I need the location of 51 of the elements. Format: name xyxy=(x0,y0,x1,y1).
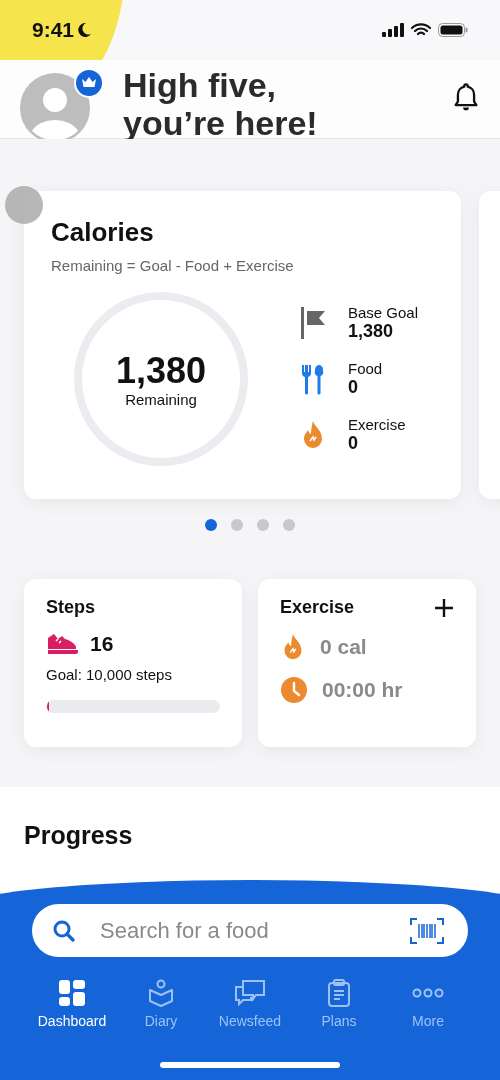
search-icon xyxy=(52,918,76,943)
signal-icon xyxy=(382,23,404,37)
fork-spoon-icon xyxy=(300,363,326,395)
nav-tab[interactable]: Dashboard xyxy=(32,979,112,1029)
steps-goal: Goal: 10,000 steps xyxy=(46,666,173,683)
steps-card[interactable]: Steps 16 Goal: 10,000 steps xyxy=(24,579,242,747)
calorie-item-label: Food xyxy=(348,360,383,377)
food-search-field[interactable]: Search for a food xyxy=(98,916,388,945)
nav-tab[interactable]: Newsfeed xyxy=(210,979,290,1029)
greeting-heading: High five, you’re here! xyxy=(123,66,319,142)
progress-heading: Progress xyxy=(24,821,134,850)
clipboard-icon xyxy=(327,979,351,1007)
dashboard-grid-icon xyxy=(58,979,86,1007)
flag-icon xyxy=(300,307,326,339)
moon-icon xyxy=(76,22,93,38)
notification-bell-icon[interactable] xyxy=(452,82,480,112)
calorie-item-value: 1,380 xyxy=(348,321,395,342)
clock-icon xyxy=(280,676,308,704)
calories-title: Calories xyxy=(51,217,155,248)
exercise-value: 00:00 hr xyxy=(322,678,403,702)
nav-tab[interactable]: More xyxy=(388,979,468,1029)
wifi-icon xyxy=(411,23,431,37)
calorie-item-value: 0 xyxy=(348,377,359,398)
calorie-item-value: 0 xyxy=(348,433,359,454)
barcode-scan-icon[interactable] xyxy=(410,916,444,945)
calorie-item-label: Exercise xyxy=(348,416,406,433)
chat-bubbles-icon xyxy=(234,979,266,1007)
exercise-title: Exercise xyxy=(280,597,355,618)
add-icon[interactable] xyxy=(434,597,454,618)
pager-dot[interactable] xyxy=(283,519,295,531)
book-person-icon xyxy=(147,979,175,1007)
pager-dot[interactable] xyxy=(257,519,269,531)
battery-icon xyxy=(438,23,468,37)
status-time: 9:41 xyxy=(32,18,75,42)
nav-tab[interactable]: Plans xyxy=(299,979,379,1029)
remaining-value: 1,380 xyxy=(115,350,207,391)
calories-formula: Remaining = Goal - Food + Exercise xyxy=(51,257,295,274)
sneaker-icon xyxy=(46,632,78,656)
exercise-card[interactable]: Exercise 0 cal 00:00 hr xyxy=(258,579,476,747)
food-search-bar[interactable]: Search for a food xyxy=(32,904,468,957)
pager-dot[interactable] xyxy=(205,519,217,531)
calorie-item-label: Base Goal xyxy=(348,304,419,321)
steps-title: Steps xyxy=(46,597,97,618)
steps-count: 16 xyxy=(90,632,114,656)
exercise-value: 0 cal xyxy=(320,635,367,659)
touch-indicator xyxy=(5,186,43,224)
calories-card[interactable]: Calories Remaining = Goal - Food + Exercise 1,380 Remaining Base Goal 1,380 Food 0 Exercise 0 xyxy=(24,191,461,499)
remaining-label: Remaining xyxy=(125,390,197,408)
pager-dot[interactable] xyxy=(231,519,243,531)
more-dots-icon xyxy=(412,988,444,998)
nav-tab[interactable]: Diary xyxy=(121,979,201,1029)
